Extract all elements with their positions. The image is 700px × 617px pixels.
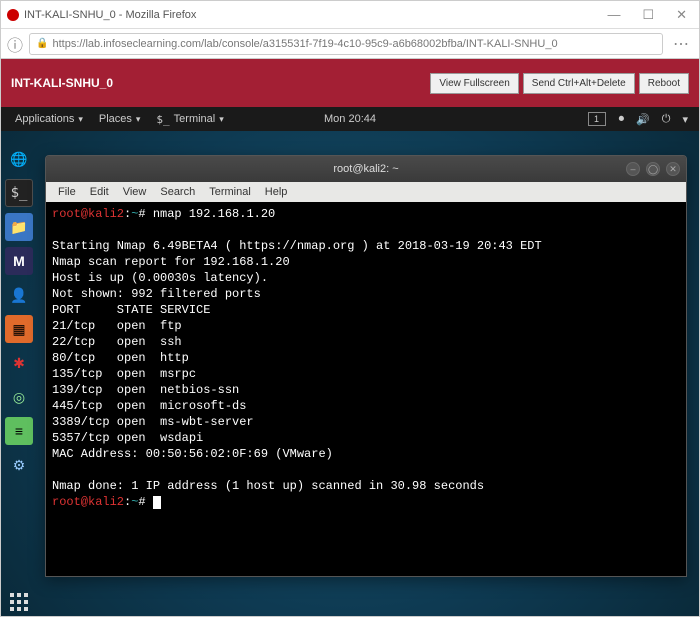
send-cad-button[interactable]: Send Ctrl+Alt+Delete <box>523 73 635 94</box>
chevron-down-icon: ▾ <box>78 114 83 125</box>
show-apps-button[interactable] <box>5 588 33 616</box>
browser-tab[interactable]: INT-KALI-SNHU_0 - Mozilla Firefox <box>7 9 196 21</box>
favicon-icon <box>7 9 19 21</box>
reboot-button[interactable]: Reboot <box>639 73 689 94</box>
power-icon[interactable]: ⏻ <box>657 113 676 126</box>
chevron-down-icon[interactable]: ▾ <box>677 113 693 126</box>
chevron-down-icon: ▾ <box>136 114 141 125</box>
terminal-maximize-button[interactable]: ◯ <box>646 162 660 176</box>
url-text: https://lab.infoseclearning.com/lab/cons… <box>52 38 656 50</box>
page-actions-icon[interactable]: ⋯ <box>669 34 693 54</box>
lab-toolbar: INT-KALI-SNHU_0 View Fullscreen Send Ctr… <box>1 59 699 107</box>
dock: 🌐 $_ 📁 M 👤 ▦ ✱ ◎ ≡ ⚙ <box>1 131 37 616</box>
dock-item-terminal[interactable]: $_ <box>5 179 33 207</box>
dock-item-browser[interactable]: 🌐 <box>5 145 33 173</box>
identity-icon[interactable]: ⓘ <box>7 32 23 56</box>
volume-icon[interactable]: 🔊 <box>631 113 655 126</box>
terminal-window: root@kali2: ~ – ◯ ✕ File Edit View Searc… <box>45 155 687 577</box>
menu-edit[interactable]: Edit <box>84 186 115 198</box>
lock-icon: 🔒 <box>36 38 48 49</box>
terminal-menubar: File Edit View Search Terminal Help <box>46 182 686 202</box>
menu-search[interactable]: Search <box>154 186 201 198</box>
terminal-titlebar[interactable]: root@kali2: ~ – ◯ ✕ <box>46 156 686 182</box>
menu-help[interactable]: Help <box>259 186 294 198</box>
terminal-prompt-icon: $_ <box>156 113 169 126</box>
terminal-body[interactable]: root@kali2:~# nmap 192.168.1.20 Starting… <box>46 202 686 576</box>
dock-item-metasploit[interactable]: M <box>5 247 33 275</box>
panel-clock[interactable]: Mon 20:44 <box>324 113 376 125</box>
menu-view[interactable]: View <box>117 186 153 198</box>
menu-terminal[interactable]: Terminal <box>203 186 257 198</box>
workspace-indicator[interactable]: 1 <box>588 112 606 126</box>
window-maximize-button[interactable]: ☐ <box>636 5 660 25</box>
menu-file[interactable]: File <box>52 186 82 198</box>
chevron-down-icon: ▾ <box>219 114 224 125</box>
dock-item-armitage[interactable]: 👤 <box>5 281 33 309</box>
gnome-panel: Applications▾ Places▾ $_ Terminal▾ Mon 2… <box>1 107 699 131</box>
dock-item-tweaks[interactable]: ⚙ <box>5 451 33 479</box>
terminal-minimize-button[interactable]: – <box>626 162 640 176</box>
dock-item-leafpad[interactable]: ≡ <box>5 417 33 445</box>
url-input[interactable]: 🔒 https://lab.infoseclearning.com/lab/co… <box>29 33 663 55</box>
places-menu[interactable]: Places▾ <box>91 113 149 125</box>
window-minimize-button[interactable]: — <box>601 5 626 25</box>
firefox-window: INT-KALI-SNHU_0 - Mozilla Firefox — ☐ ✕ … <box>0 0 700 617</box>
terminal-title: root@kali2: ~ <box>333 163 398 175</box>
lab-title: INT-KALI-SNHU_0 <box>11 76 426 90</box>
dock-item-maltego[interactable]: ✱ <box>5 349 33 377</box>
fullscreen-button[interactable]: View Fullscreen <box>430 73 518 94</box>
record-icon[interactable]: ⏺ <box>614 113 630 126</box>
dock-item-files[interactable]: 📁 <box>5 213 33 241</box>
window-close-button[interactable]: ✕ <box>670 5 693 25</box>
vm-desktop: Applications▾ Places▾ $_ Terminal▾ Mon 2… <box>1 107 699 616</box>
firefox-urlbar: ⓘ 🔒 https://lab.infoseclearning.com/lab/… <box>1 29 699 59</box>
terminal-menu[interactable]: $_ Terminal▾ <box>148 113 231 126</box>
applications-menu[interactable]: Applications▾ <box>7 113 91 125</box>
firefox-titlebar: INT-KALI-SNHU_0 - Mozilla Firefox — ☐ ✕ <box>1 1 699 29</box>
tab-title: INT-KALI-SNHU_0 - Mozilla Firefox <box>24 9 196 21</box>
dock-item-burp[interactable]: ▦ <box>5 315 33 343</box>
dock-item-zenmap[interactable]: ◎ <box>5 383 33 411</box>
terminal-close-button[interactable]: ✕ <box>666 162 680 176</box>
